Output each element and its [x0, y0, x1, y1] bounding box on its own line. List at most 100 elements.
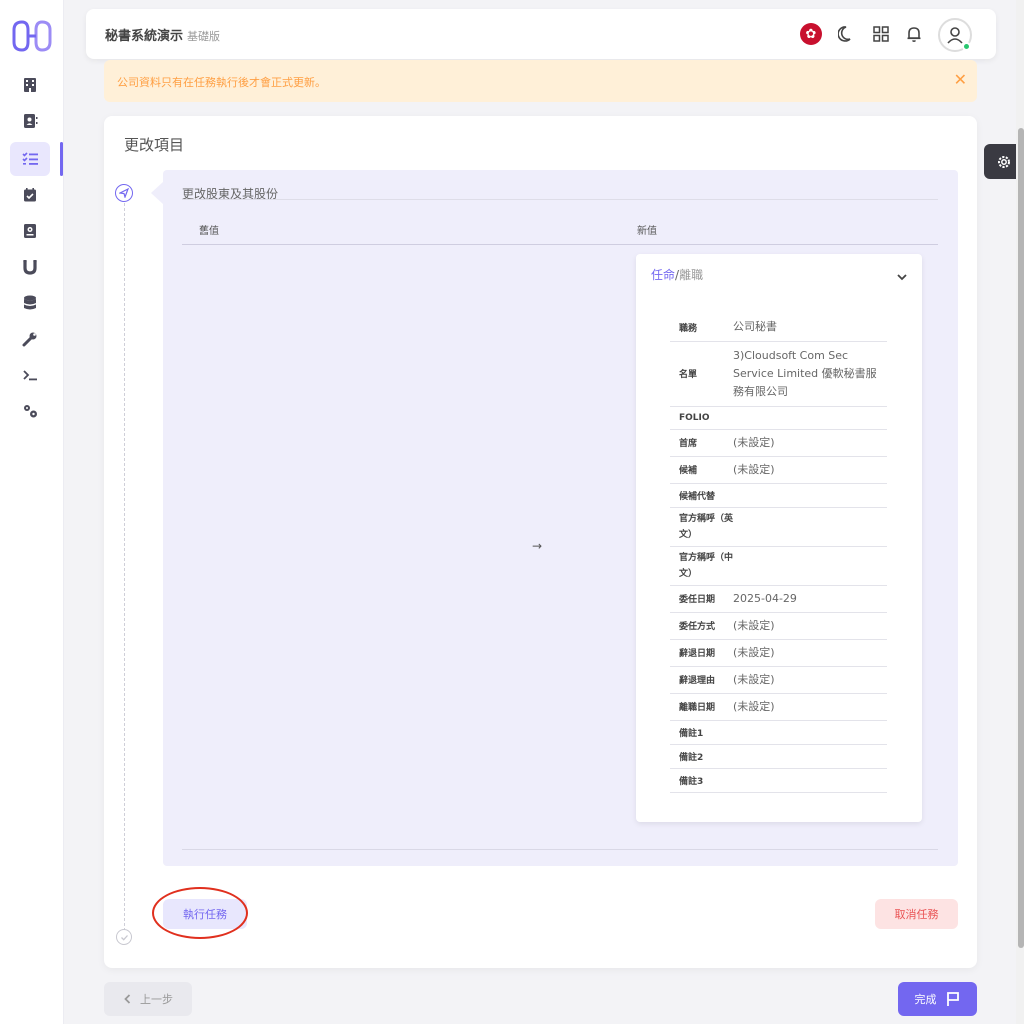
detail-label: 委任日期 — [670, 585, 733, 613]
timeline-end-icon — [116, 929, 132, 945]
logo-icon[interactable] — [8, 16, 56, 56]
arrow-right-icon: → — [532, 539, 543, 553]
header-divider — [182, 244, 938, 245]
heading-resign: 離職 — [679, 268, 704, 282]
alert-message: 公司資料只有在任務執行後才會正式更新。 — [117, 76, 326, 89]
old-value-header: 舊值 — [199, 226, 219, 237]
address-book-icon — [24, 224, 36, 238]
detail-row: 候補代替 — [670, 483, 887, 508]
app-edition: 基礎版 — [187, 30, 221, 43]
detail-value: (未設定) — [733, 612, 887, 640]
detail-label: 職務 — [670, 314, 733, 342]
detail-label: 首席 — [670, 429, 733, 457]
language-button[interactable]: ✿ — [800, 23, 822, 45]
detail-row: 官方稱呼（中文） — [670, 546, 887, 586]
sidebar-item-tools[interactable] — [10, 322, 50, 356]
detail-value: 2025-04-29 — [733, 585, 887, 613]
detail-label: 候補 — [670, 456, 733, 484]
detail-label: 備註1 — [670, 720, 733, 745]
heading-appoint: 任命 — [651, 268, 676, 282]
detail-label: 辭退理由 — [670, 666, 733, 694]
detail-value: 公司秘書 — [733, 314, 887, 342]
detail-label: 備註3 — [670, 768, 733, 793]
detail-value: (未設定) — [733, 429, 887, 457]
detail-value — [733, 483, 887, 508]
highlight-circle-annotation — [152, 887, 248, 939]
detail-value — [733, 744, 887, 769]
detail-label: 離職日期 — [670, 693, 733, 721]
flag-icon — [946, 992, 959, 1006]
detail-label: 名單 — [670, 341, 733, 407]
detail-value — [733, 406, 887, 430]
detail-value: (未設定) — [733, 456, 887, 484]
sidebar-item-directory[interactable] — [10, 214, 50, 248]
theme-toggle-button[interactable] — [836, 23, 858, 45]
previous-step-label: 上一步 — [140, 993, 173, 1006]
detail-row: 名單 3)Cloudsoft Com Sec Service Limited 優軟… — [670, 341, 887, 407]
detail-row: 離職日期 (未設定) — [670, 693, 887, 721]
detail-row: FOLIO — [670, 406, 887, 430]
wrench-icon — [22, 332, 37, 347]
detail-row: 辭退日期 (未設定) — [670, 639, 887, 667]
scrollbar-thumb[interactable] — [1018, 128, 1024, 948]
bell-icon — [907, 27, 921, 42]
detail-row: 委任方式 (未設定) — [670, 612, 887, 640]
detail-row: 候補 (未設定) — [670, 456, 887, 484]
detail-value — [733, 768, 887, 793]
detail-label: FOLIO — [670, 406, 733, 430]
app-title-text: 秘書系統演示 — [105, 29, 184, 44]
detail-row: 辭退理由 (未設定) — [670, 666, 887, 694]
notifications-button[interactable] — [903, 23, 925, 45]
divider — [182, 849, 938, 850]
sidebar-item-contacts[interactable] — [10, 104, 50, 138]
detail-value: (未設定) — [733, 693, 887, 721]
detail-row: 官方稱呼（英文） — [670, 507, 887, 547]
sidebar-item-company[interactable] — [10, 68, 50, 102]
user-icon — [947, 27, 963, 44]
detail-label: 委任方式 — [670, 612, 733, 640]
calendar-check-icon — [24, 188, 36, 202]
timeline-line — [124, 198, 125, 936]
online-status-dot — [962, 42, 971, 51]
top-bar: 秘書系統演示 基礎版 ✿ — [86, 9, 996, 59]
building-icon — [24, 78, 36, 92]
finish-label: 完成 — [914, 993, 937, 1006]
sidebar-item-settings[interactable] — [10, 394, 50, 428]
warning-alert: 公司資料只有在任務執行後才會正式更新。 ✕ — [104, 60, 977, 102]
magnet-icon — [23, 260, 37, 275]
database-icon — [24, 295, 36, 310]
new-value-header: 新值 — [637, 226, 657, 237]
previous-step-button[interactable]: 上一步 — [104, 982, 192, 1016]
detail-value — [733, 720, 887, 745]
sidebar-item-database[interactable] — [10, 286, 50, 320]
detail-label: 官方稱呼（英文） — [670, 507, 733, 547]
detail-row: 委任日期 2025-04-29 — [670, 585, 887, 613]
app-title: 秘書系統演示 基礎版 — [105, 25, 220, 44]
user-avatar[interactable] — [938, 18, 972, 52]
detail-value — [733, 507, 887, 547]
collapse-toggle[interactable] — [896, 268, 908, 287]
apps-button[interactable] — [870, 23, 892, 45]
sidebar-item-tasks[interactable] — [10, 142, 50, 176]
send-icon — [119, 188, 129, 198]
cancel-task-button[interactable]: 取消任務 — [875, 899, 958, 929]
page-title: 更改項目 — [124, 136, 185, 154]
sidebar-item-magnet[interactable] — [10, 250, 50, 284]
sidebar-item-terminal[interactable] — [10, 358, 50, 392]
detail-value: 3)Cloudsoft Com Sec Service Limited 優軟秘書… — [733, 341, 887, 407]
finish-button[interactable]: 完成 — [898, 982, 977, 1016]
detail-table: 職務 公司秘書 名單 3)Cloudsoft Com Sec Service Limi… — [670, 314, 887, 793]
sidebar-item-calendar[interactable] — [10, 178, 50, 212]
change-panel: 更改股東及其股份 舊值 新值 → 任命/離職 職務 公司秘書 名單 3)Cloudso… — [151, 170, 958, 866]
chevron-down-icon — [897, 274, 907, 281]
gear-icon — [998, 155, 1010, 168]
change-items-card: 更改項目 更改股東及其股份 舊值 新值 → 任命/離職 職務 公司秘書 名單 3)Cl… — [104, 116, 977, 968]
chevron-left-icon — [124, 994, 131, 1004]
terminal-icon — [23, 370, 37, 381]
detail-row: 備註1 — [670, 720, 887, 745]
hk-flag-icon: ✿ — [800, 23, 822, 45]
detail-label: 備註2 — [670, 744, 733, 769]
detail-row: 首席 (未設定) — [670, 429, 887, 457]
checklist-icon — [22, 152, 38, 165]
alert-close-button[interactable]: ✕ — [954, 70, 967, 89]
